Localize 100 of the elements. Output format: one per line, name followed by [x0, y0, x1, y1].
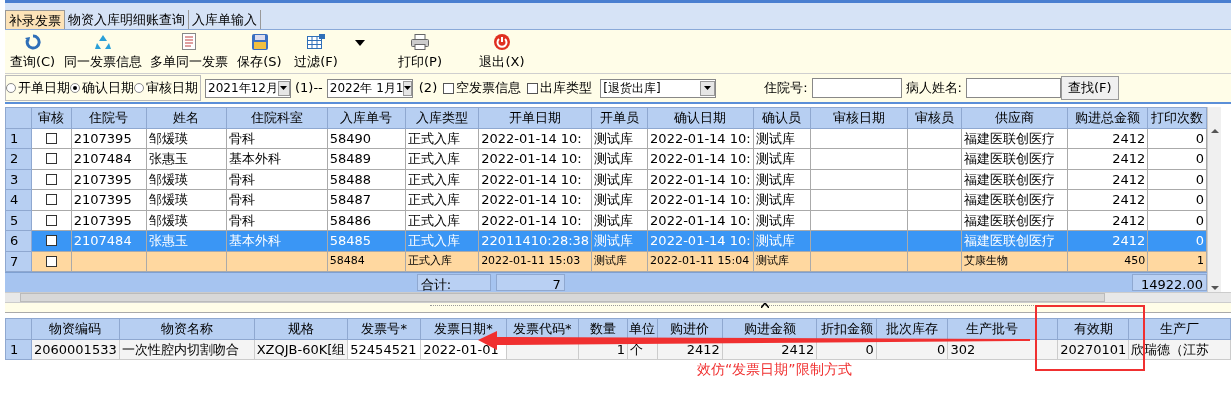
- table-cell: 福建医联创医疗: [964, 130, 1056, 146]
- tab[interactable]: 物资入库明细账查询: [65, 10, 189, 29]
- table-cell: 福建医联创医疗: [964, 233, 1056, 248]
- table-cell: 58487: [329, 192, 372, 207]
- table-cell: 1: [616, 341, 625, 357]
- table-cell: 测试库: [755, 130, 795, 146]
- column-header[interactable]: 规格: [254, 318, 348, 339]
- table-row[interactable]: 1 2107395 邹煖瑛 骨科 58490 正式入库 2022-01-14 10: 测试库 2022-01-14 10: 测试库 福建医联创医疗 2412 0: [5, 128, 1207, 149]
- column-header[interactable]: 入库单号: [327, 107, 406, 128]
- table-row[interactable]: 5 2107395 邹煖瑛 骨科 58486 正式入库 2022-01-14 10: 测试库 2022-01-14 10: 测试库 福建医联创医疗 2412 0: [5, 210, 1207, 231]
- column-header[interactable]: 生产厂: [1128, 318, 1231, 339]
- table-cell: 一次性腔内切割吻合: [121, 341, 239, 357]
- column-header[interactable]: 审核员: [907, 107, 962, 128]
- date-dropdown[interactable]: 2021年12月: [205, 78, 291, 98]
- table-cell: 骨科: [228, 130, 255, 146]
- table-cell: 2022-01-14 10:: [650, 233, 751, 248]
- table-row[interactable]: 6 2107484 张惠玉 基本外科 58485 正式入库 22011410:28:38 测试库 2022-01-14 10: 测试库 福建医联创医疗 2412 0: [5, 230, 1207, 251]
- toolbar-button[interactable]: 查询(C): [5, 33, 60, 71]
- table-cell: 2107395: [73, 171, 132, 187]
- column-header[interactable]: 审核日期: [810, 107, 908, 128]
- table-cell: 欣瑞德（江苏: [1131, 341, 1210, 357]
- table-cell: 450: [1124, 254, 1146, 267]
- table-cell: 2022-01-14 10:: [650, 192, 751, 207]
- table-cell: 2022-01-14 10:: [481, 192, 582, 207]
- table-cell: 58489: [329, 151, 372, 166]
- column-header[interactable]: 姓名: [146, 107, 227, 128]
- table-cell: 1: [1197, 254, 1204, 267]
- range-label: (2): [418, 79, 438, 98]
- table-row[interactable]: 3 2107395 邹煖瑛 骨科 58488 正式入库 2022-01-14 10: 测试库 2022-01-14 10: 测试库 福建医联创医疗 2412 0: [5, 169, 1207, 190]
- table-cell: 测试库: [755, 192, 795, 207]
- table-cell: 0: [1195, 151, 1204, 166]
- tab[interactable]: 入库单输入: [189, 10, 261, 29]
- table-cell: 2107484: [73, 151, 132, 166]
- total-amount: 14922.00: [1132, 274, 1207, 291]
- radio-label: 确认日期: [82, 79, 134, 98]
- column-header[interactable]: 住院号: [71, 107, 147, 128]
- toolbar-button[interactable]: 过滤(F): [287, 33, 345, 71]
- table-cell: 22011410:28:38: [481, 233, 590, 248]
- table-cell: 58488: [329, 171, 372, 187]
- table-cell: 2060001533: [34, 341, 117, 357]
- table-cell: 2107395: [73, 192, 132, 207]
- table-cell: 0: [1195, 212, 1204, 228]
- checkbox-label: 出库类型: [540, 79, 593, 98]
- row-number: 2: [5, 148, 32, 169]
- column-header[interactable]: 供应商: [961, 107, 1068, 128]
- column-header[interactable]: 物资名称: [119, 318, 255, 339]
- table-cell: 2022-01-14 10:: [650, 212, 751, 228]
- toolbar-button[interactable]: 打印(P): [375, 33, 465, 71]
- table-cell: 58490: [329, 130, 372, 146]
- column-header[interactable]: 开单员: [591, 107, 648, 128]
- column-header[interactable]: 打印次数: [1147, 107, 1207, 128]
- table-cell: 0: [937, 341, 946, 357]
- table-cell: 2107395: [73, 212, 132, 228]
- toolbar-button[interactable]: 退出(X): [465, 33, 539, 71]
- row-number: 5: [5, 210, 32, 231]
- table-cell: 2022-01-01: [423, 341, 499, 357]
- toolbar-button[interactable]: 保存(S): [232, 33, 287, 71]
- date-dropdown[interactable]: 2022年 1月1: [326, 78, 413, 98]
- table-cell: 测试库: [755, 212, 795, 228]
- column-header[interactable]: 发票号*: [347, 318, 421, 339]
- column-header[interactable]: 有效期: [1057, 318, 1129, 339]
- type-dropdown[interactable]: [退货出库]: [600, 78, 717, 98]
- annotation-text: 效仿“发票日期”限制方式: [697, 360, 852, 379]
- column-header[interactable]: 物资编码: [31, 318, 120, 339]
- table-cell: 2412: [1112, 171, 1146, 187]
- table-cell: 0: [1195, 233, 1204, 248]
- table-cell: 骨科: [228, 171, 255, 187]
- table-cell: 2412: [1112, 130, 1146, 146]
- table-row[interactable]: 2 2107484 张惠玉 基本外科 58489 正式入库 2022-01-14 10: 测试库 2022-01-14 10: 测试库 福建医联创医疗 2412 0: [5, 148, 1207, 169]
- table-cell: 2022-01-14 10:: [481, 130, 582, 146]
- column-header[interactable]: 开单日期: [478, 107, 592, 128]
- table-cell: XZQJB-60K[组: [256, 341, 346, 357]
- find-button[interactable]: 查找(F): [1061, 76, 1119, 100]
- toolbar-button[interactable]: 多单同一发票: [146, 32, 232, 71]
- table-cell: 2022-01-11 15:04: [650, 254, 750, 267]
- table-cell: 2412: [1112, 151, 1146, 166]
- table-cell: 2022-01-14 10:: [481, 171, 582, 187]
- table-cell: 20270101: [1060, 341, 1127, 357]
- row-number: 7: [5, 251, 32, 272]
- table-cell: 测试库: [594, 171, 634, 187]
- table-cell: 2022-01-14 10:: [481, 212, 582, 228]
- tab[interactable]: 补录发票: [5, 10, 65, 29]
- radio-label: 开单日期: [18, 79, 70, 98]
- column-header[interactable]: 审核: [31, 107, 72, 128]
- column-header[interactable]: 入库类型: [405, 107, 479, 128]
- column-header[interactable]: 确认员: [753, 107, 811, 128]
- column-header[interactable]: 购进总金额: [1067, 107, 1148, 128]
- toolbar-button[interactable]: 同一发票信息: [60, 33, 146, 71]
- table-cell: 福建医联创医疗: [964, 212, 1056, 228]
- column-header[interactable]: 确认日期: [647, 107, 754, 128]
- table-cell: 302: [950, 341, 976, 357]
- table-cell: 2412: [686, 341, 720, 357]
- table-row[interactable]: 7 58484 正式入库 2022-01-11 15:03 测试库 2022-01-11 15:04 测试库 艾康生物 450 1: [5, 251, 1207, 272]
- table-cell: 2412: [1112, 192, 1146, 207]
- column-header[interactable]: 住院科室: [226, 107, 328, 128]
- table-cell: 个: [629, 341, 643, 357]
- table-cell: 2412: [1112, 233, 1146, 248]
- table-row[interactable]: 4 2107395 邹煖瑛 骨科 58487 正式入库 2022-01-14 10: 测试库 2022-01-14 10: 测试库 福建医联创医疗 2412 0: [5, 189, 1207, 210]
- table-cell: 测试库: [755, 254, 789, 267]
- total-count: 7: [495, 274, 565, 291]
